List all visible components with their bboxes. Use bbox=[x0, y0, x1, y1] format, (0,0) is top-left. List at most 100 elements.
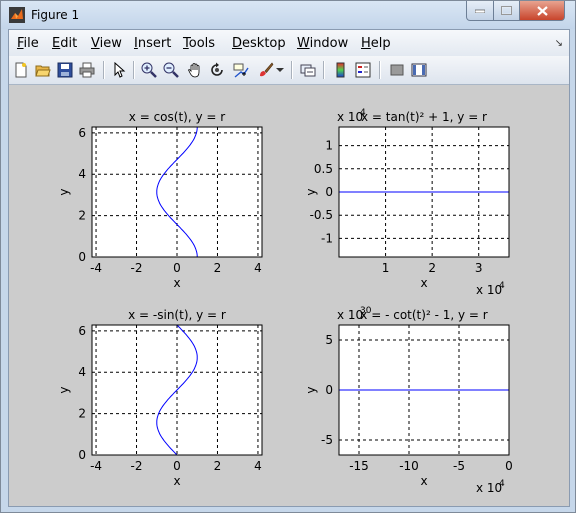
minimize-icon bbox=[475, 9, 485, 13]
subplot-4: -15 -10 -5 0-505x = - cot(t)² - 1, y = rxyx… bbox=[304, 306, 513, 495]
y-tick-label: 2 bbox=[78, 209, 86, 223]
y-tick-label: 0 bbox=[78, 250, 86, 264]
subplot-title: x = cos(t), y = r bbox=[129, 110, 225, 124]
figure-canvas: -4 -2 0 2 40246x = cos(t), y = rxy1 2 3-1-0.50… bbox=[57, 108, 513, 495]
show-plot-tools-button[interactable] bbox=[409, 60, 429, 80]
brush-icon bbox=[260, 62, 274, 77]
x-tick-label: -10 bbox=[399, 459, 419, 473]
open-file-button[interactable] bbox=[33, 60, 53, 80]
menu-help-rest: elp bbox=[370, 36, 391, 51]
y-exponent-power: 30 bbox=[360, 306, 372, 316]
brush-dropdown-button[interactable] bbox=[275, 60, 285, 80]
subplot-3: -4 -2 0 2 4 0 2 4 6 x = -sin(t), y = r x y bbox=[57, 308, 263, 488]
y-tick-label: 0 bbox=[78, 448, 86, 462]
x-exponent-power: 4 bbox=[499, 281, 505, 291]
menu-desktop-rest: esktop bbox=[242, 36, 286, 51]
hide-plot-tools-button[interactable] bbox=[387, 60, 407, 80]
edit-plot-button[interactable] bbox=[109, 60, 129, 80]
menu-edit-mnemonic: E bbox=[52, 36, 61, 51]
zoom-in-button[interactable] bbox=[139, 60, 159, 80]
data-cursor-button[interactable] bbox=[231, 60, 251, 80]
menu-edit[interactable]: Edit bbox=[52, 36, 77, 51]
x-tick-label: -15 bbox=[349, 459, 369, 473]
legend-icon bbox=[355, 62, 371, 78]
close-button[interactable] bbox=[519, 1, 565, 21]
brush-dropdown-icon bbox=[276, 68, 284, 72]
insert-colorbar-button[interactable] bbox=[331, 60, 351, 80]
x-tick-label: -4 bbox=[90, 261, 102, 275]
menu-window-rest: indow bbox=[309, 36, 349, 51]
x-exponent-power: 4 bbox=[499, 479, 505, 489]
y-axis-label: y bbox=[304, 188, 318, 195]
x-tick-label: 4 bbox=[254, 261, 262, 275]
y-tick-label: 0.5 bbox=[314, 162, 333, 176]
y-tick-label: 0 bbox=[325, 383, 333, 397]
menu-view-rest: iew bbox=[99, 36, 122, 51]
menu-file[interactable]: File bbox=[17, 36, 39, 51]
title-bar[interactable]: Figure 1 bbox=[1, 1, 575, 29]
subplot-2: 1 2 3-1-0.500.51x = tan(t)² + 1, y = rxyx … bbox=[304, 108, 510, 297]
x-tick-label: -2 bbox=[131, 261, 143, 275]
colorbar-icon bbox=[336, 62, 345, 78]
y-tick-label: 4 bbox=[78, 167, 86, 181]
insert-legend-button[interactable] bbox=[353, 60, 373, 80]
link-plot-button[interactable] bbox=[298, 60, 318, 80]
x-tick-label: 1 bbox=[382, 261, 390, 275]
pan-icon bbox=[188, 63, 200, 78]
menu-view-mnemonic: V bbox=[91, 36, 100, 51]
y-tick-label: 1 bbox=[325, 139, 333, 153]
y-tick-label: 6 bbox=[78, 324, 86, 338]
pan-button[interactable] bbox=[185, 60, 205, 80]
menu-help[interactable]: Help bbox=[361, 36, 391, 51]
subplot-title: x = -sin(t), y = r bbox=[128, 308, 226, 322]
rotate-3d-icon bbox=[211, 62, 223, 76]
toolbar-separator bbox=[291, 61, 293, 79]
y-tick-label: 0 bbox=[325, 185, 333, 199]
save-button[interactable] bbox=[55, 60, 75, 80]
new-figure-button[interactable] bbox=[11, 60, 31, 80]
rotate-3d-button[interactable] bbox=[207, 60, 227, 80]
y-tick-label: -5 bbox=[321, 433, 333, 447]
figure-client-area: File Edit View Insert Tools Desktop Wind… bbox=[8, 29, 570, 507]
print-icon bbox=[79, 62, 95, 78]
x-axis-label: x bbox=[173, 474, 180, 488]
x-tick-label: 0 bbox=[505, 459, 513, 473]
print-button[interactable] bbox=[77, 60, 97, 80]
menu-view[interactable]: View bbox=[91, 36, 122, 51]
save-icon bbox=[57, 62, 73, 78]
y-tick-label: 6 bbox=[78, 126, 86, 140]
data-cursor-icon bbox=[233, 63, 249, 78]
dock-arrow-icon[interactable]: ↘ bbox=[555, 38, 563, 49]
new-figure-icon bbox=[15, 62, 27, 78]
edit-plot-icon bbox=[114, 62, 126, 78]
menu-desktop[interactable]: Desktop bbox=[232, 36, 286, 51]
subplot-title: x = tan(t)² + 1, y = r bbox=[361, 110, 487, 124]
y-axis-label: y bbox=[57, 386, 71, 393]
x-tick-label: 2 bbox=[428, 261, 436, 275]
menu-insert[interactable]: Insert bbox=[134, 36, 171, 51]
maximize-icon bbox=[501, 6, 512, 15]
figure-toolbar bbox=[9, 56, 569, 85]
zoom-out-button[interactable] bbox=[161, 60, 181, 80]
menu-edit-rest: dit bbox=[60, 36, 78, 51]
x-tick-label: -2 bbox=[131, 459, 143, 473]
y-tick-label: 5 bbox=[325, 333, 333, 347]
subplot-title: x = - cot(t)² - 1, y = r bbox=[360, 308, 487, 322]
menu-window[interactable]: Window bbox=[297, 36, 348, 51]
y-axis-label: y bbox=[304, 386, 318, 393]
x-tick-label: -4 bbox=[90, 459, 102, 473]
zoom-in-icon bbox=[141, 62, 157, 78]
menu-desktop-mnemonic: D bbox=[232, 36, 243, 51]
toolbar-separator bbox=[133, 61, 135, 79]
menu-tools[interactable]: Tools bbox=[183, 36, 215, 51]
subplot-1: -4 -2 0 2 4 0 2 4 6 x = cos(t), y = r x y bbox=[57, 110, 263, 290]
menu-help-mnemonic: H bbox=[361, 36, 371, 51]
matlab-logo-icon bbox=[9, 7, 25, 23]
maximize-button[interactable] bbox=[493, 1, 520, 21]
zoom-out-icon bbox=[163, 62, 179, 78]
menu-bar: File Edit View Insert Tools Desktop Wind… bbox=[9, 30, 569, 56]
minimize-button[interactable] bbox=[466, 1, 494, 21]
x-axis-label: x bbox=[420, 474, 427, 488]
x-tick-label: 2 bbox=[214, 459, 222, 473]
brush-button[interactable] bbox=[256, 60, 276, 80]
